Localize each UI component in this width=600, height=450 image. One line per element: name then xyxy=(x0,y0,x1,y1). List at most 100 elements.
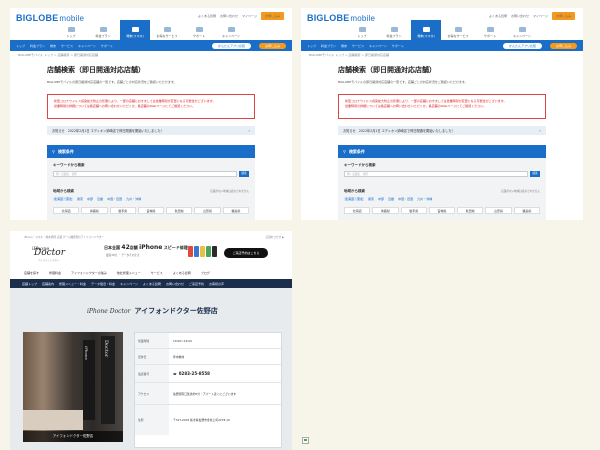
prefecture-button[interactable]: 青森県 xyxy=(372,207,399,214)
top-link-faq[interactable]: よくある質問 xyxy=(198,14,216,18)
region-tab[interactable]: 関東 xyxy=(368,197,374,201)
subnav-campaign[interactable]: キャンペーン xyxy=(369,44,387,48)
menu-item[interactable]: アイフォンドクターの強み xyxy=(71,271,107,275)
top-link-contact[interactable]: お問い合わせ xyxy=(220,14,238,18)
subnav-devices[interactable]: 端末 xyxy=(341,44,347,48)
region-tab[interactable]: 九州・沖縄 xyxy=(417,197,432,201)
notice-bar[interactable]: お知らせ 2022年2月1日 エディオン姉崎店で即日開通を開始いたしました！ › xyxy=(47,126,255,135)
prefecture-button[interactable]: 宮城県 xyxy=(428,207,456,214)
nav-item-top[interactable]: トップ xyxy=(347,20,377,40)
region-tab[interactable]: 近畿 xyxy=(388,197,394,201)
site-tagline: iPhone・スマホ・端末修理 店舗 ゲーム機修理のアイフォンドクター xyxy=(24,236,105,239)
reservation-button[interactable]: ご来店予約はこちら xyxy=(224,248,268,258)
subnav-top[interactable]: トップ xyxy=(307,44,316,48)
nav-item-devices[interactable]: 端末(スマホ) xyxy=(120,20,150,40)
region-tab[interactable]: 中国・四国 xyxy=(107,197,122,201)
keyword-search-button[interactable]: 検索 xyxy=(530,171,540,177)
biglobe-top-links: よくある質問 お問い合わせ マイページ お申し込み xyxy=(198,12,284,20)
menu-item[interactable]: サービス xyxy=(151,271,163,275)
prefecture-button[interactable]: 北海道 xyxy=(344,207,371,214)
iphone-doctor-panel: iPhone・スマホ・端末修理 店舗 ゲーム機修理のアイフォンドクター 店舗をさ… xyxy=(10,231,292,450)
phone-link[interactable]: 0283-25-8558 xyxy=(169,365,281,382)
menu-item[interactable]: 修理料金 xyxy=(49,271,61,275)
store-nav-item[interactable]: キャンペーン xyxy=(120,282,138,286)
prefecture-button[interactable]: 宮城県 xyxy=(137,207,165,214)
nav-item-campaign[interactable]: キャンペーン xyxy=(216,20,246,40)
subnav-apply-button[interactable]: お申し込み xyxy=(549,42,577,49)
top-link-mypage[interactable]: マイページ xyxy=(242,14,257,18)
nav-item-support[interactable]: サポート xyxy=(184,20,214,40)
nav-item-plans[interactable]: 料金プラン xyxy=(379,20,409,40)
gift-icon xyxy=(454,27,462,32)
prefecture-button[interactable]: 秋田県 xyxy=(457,207,484,214)
region-tab[interactable]: 関東 xyxy=(77,197,83,201)
region-tab[interactable]: 中部 xyxy=(378,197,384,201)
prefecture-button[interactable]: 福島県 xyxy=(222,207,249,214)
store-nav-item[interactable]: よくある質問 xyxy=(143,282,161,286)
nav-item-services[interactable]: お得なサービス xyxy=(152,20,182,40)
prefecture-button[interactable]: 福島県 xyxy=(513,207,540,214)
prefecture-button[interactable]: 秋田県 xyxy=(166,207,193,214)
region-tab[interactable]: 九州・沖縄 xyxy=(126,197,141,201)
subnav-devices[interactable]: 端末 xyxy=(50,44,56,48)
nav-item-support[interactable]: サポート xyxy=(475,20,505,40)
app-compare-button[interactable]: かんたんアプリ比較 xyxy=(502,42,542,49)
region-note: 店舗がない地域は表示されません xyxy=(210,190,249,193)
keyword-input[interactable]: 例）店舗名、住所 xyxy=(344,171,528,177)
app-compare-button[interactable]: かんたんアプリ比較 xyxy=(211,42,251,49)
store-nav-item[interactable]: お問い合わせ xyxy=(166,282,184,286)
subnav-plans[interactable]: 料金プラン xyxy=(30,44,45,48)
store-nav-item[interactable]: 店舗案内 xyxy=(42,282,54,286)
region-tab[interactable]: 中部 xyxy=(87,197,93,201)
subnav-plans[interactable]: 料金プラン xyxy=(321,44,336,48)
store-nav-item[interactable]: データ復旧・料金 xyxy=(91,282,115,286)
apply-button[interactable]: お申し込み xyxy=(260,12,284,20)
region-tab[interactable]: 北海道・東北 xyxy=(53,197,74,201)
top-link-contact[interactable]: お問い合わせ xyxy=(511,14,529,18)
nav-item-top[interactable]: トップ xyxy=(56,20,86,40)
menu-item[interactable]: 店舗を探す xyxy=(24,271,39,275)
menu-item[interactable]: ブログ xyxy=(201,271,210,275)
smartphone-icon xyxy=(131,27,139,32)
notice-bar[interactable]: お知らせ 2022年2月1日 エディオン姉崎店で即日開通を開始いたしました！ › xyxy=(338,126,546,135)
menu-item[interactable]: 他社修理メニュー xyxy=(117,271,141,275)
menu-item[interactable]: よくある質問 xyxy=(173,271,191,275)
prefecture-button[interactable]: 山形県 xyxy=(485,207,512,214)
prefecture-button[interactable]: 青森県 xyxy=(81,207,108,214)
nav-item-services[interactable]: お得なサービス xyxy=(443,20,473,40)
store-title: アイフォンドクター佐野店 xyxy=(134,307,218,315)
page-title: 店舗検索（即日開通対応店舗） xyxy=(338,66,436,74)
info-row-address: 住所 〒327-0025 栃木県佐野市金井上町2278-10 xyxy=(135,405,281,435)
region-tab[interactable]: 北海道・東北 xyxy=(344,197,365,201)
find-store-link[interactable]: 店舗をさがす ▶ xyxy=(266,235,284,239)
region-tab[interactable]: 中国・四国 xyxy=(398,197,413,201)
subnav-services[interactable]: サービス xyxy=(352,44,364,48)
subnav-services[interactable]: サービス xyxy=(61,44,73,48)
store-nav-item[interactable]: お客様の声 xyxy=(209,282,224,286)
subnav-campaign[interactable]: キャンペーン xyxy=(78,44,96,48)
subnav-support[interactable]: サポート xyxy=(392,44,404,48)
store-nav-item[interactable]: 店舗トップ xyxy=(22,282,37,286)
region-tab[interactable]: 近畿 xyxy=(97,197,103,201)
keyword-search-button[interactable]: 検索 xyxy=(239,171,249,177)
nav-item-plans[interactable]: 料金プラン xyxy=(88,20,118,40)
apply-button[interactable]: お申し込み xyxy=(551,12,575,20)
subnav-top[interactable]: トップ xyxy=(16,44,25,48)
breadcrumb[interactable]: BIGLOBEモバイル トップ > 店舗検索 > 即日開通対応店舗 xyxy=(18,53,98,57)
prefecture-button[interactable]: 北海道 xyxy=(53,207,80,214)
prefecture-button[interactable]: 岩手県 xyxy=(109,207,136,214)
store-nav-item[interactable]: 修理メニュー・料金 xyxy=(59,282,86,286)
iphone-doctor-logo[interactable]: iPhone Doctor アイフォンドクター xyxy=(32,246,90,262)
subnav-apply-button[interactable]: お申し込み xyxy=(258,42,286,49)
top-link-mypage[interactable]: マイページ xyxy=(533,14,548,18)
chevron-right-icon: › xyxy=(539,128,541,133)
nav-item-campaign[interactable]: キャンペーン xyxy=(507,20,537,40)
breadcrumb[interactable]: BIGLOBEモバイル トップ > 店舗検索 > 即日開通対応店舗 xyxy=(309,53,389,57)
subnav-support[interactable]: サポート xyxy=(101,44,113,48)
nav-item-devices[interactable]: 端末(スマホ) xyxy=(411,20,441,40)
prefecture-button[interactable]: 山形県 xyxy=(194,207,221,214)
keyword-input[interactable]: 例）店舗名、住所 xyxy=(53,171,237,177)
store-nav-item[interactable]: ご来店予約 xyxy=(189,282,204,286)
prefecture-button[interactable]: 岩手県 xyxy=(400,207,427,214)
top-link-faq[interactable]: よくある質問 xyxy=(489,14,507,18)
